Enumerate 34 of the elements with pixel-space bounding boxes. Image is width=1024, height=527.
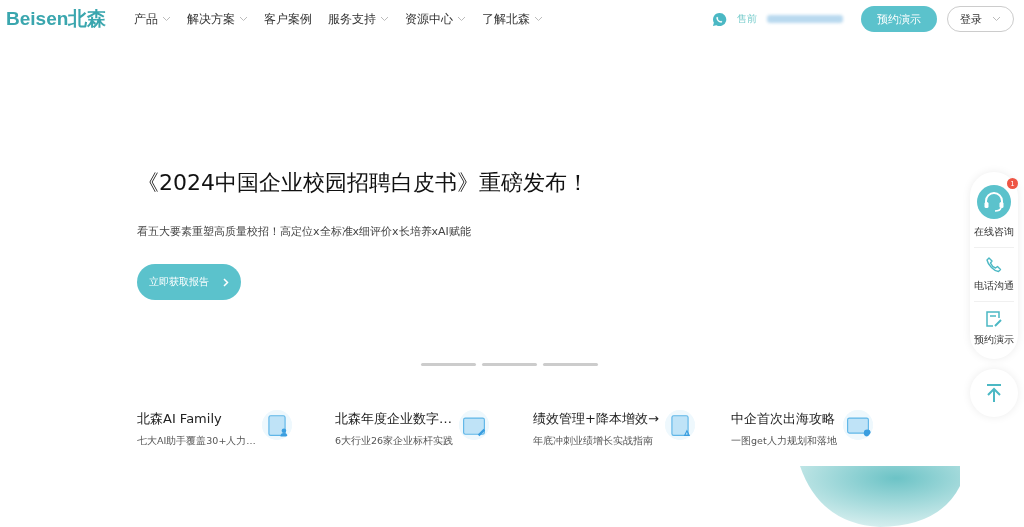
card-title[interactable]: 中企首次出海攻略 (731, 410, 837, 428)
sidebar-item[interactable]: 电话沟通 (974, 248, 1014, 302)
login-button[interactable]: 登录 (947, 6, 1014, 32)
sidebar-label: 电话沟通 (974, 279, 1014, 293)
arrow-up-icon (985, 383, 1003, 403)
card-subtitle: 6大行业26家企业标杆实践 (335, 435, 454, 448)
card-title[interactable]: 北森年度企业数字… (335, 410, 454, 428)
slide-indicator[interactable] (481, 363, 537, 366)
sidebar-label: 预约演示 (974, 333, 1014, 347)
nav-item[interactable]: 服务支持 (328, 10, 390, 28)
phone-label: 售前 (737, 12, 757, 26)
card-subtitle: 年底冲刺业绩增长实战指南 (533, 435, 654, 448)
hero-subtitle: 看五大要素重塑高质量校招！高定位x全标准x细评价x长培养xAI赋能 (137, 224, 471, 239)
headset-icon (976, 184, 1012, 220)
card-title[interactable]: 绩效管理+降本增效→ (533, 410, 659, 428)
chevron-right-icon (223, 277, 229, 287)
card-subtitle: 七大AI助手覆盖30+人力… (137, 435, 256, 448)
chat-bubble-icon (712, 11, 727, 27)
back-to-top-button[interactable] (970, 369, 1018, 417)
slide-indicator[interactable] (542, 363, 598, 366)
slide-indicator[interactable] (420, 363, 476, 366)
nav-item[interactable]: 客户案例 (264, 10, 313, 28)
hero-title: 《2024中国企业校园招聘白皮书》重磅发布！ (137, 169, 589, 197)
nav-item[interactable]: 产品 (134, 10, 172, 28)
phone-icon (985, 256, 1003, 274)
edit-note-icon (985, 310, 1003, 328)
card-subtitle: 一图get人力规划和落地 (731, 435, 837, 448)
nav-item[interactable]: 资源中心 (405, 10, 467, 28)
card-title[interactable]: 北森AI Family (137, 410, 256, 428)
nav-item[interactable]: 了解北森 (482, 10, 544, 28)
nav-item[interactable]: 解决方案 (187, 10, 249, 28)
chevron-down-icon (992, 16, 1001, 22)
sidebar-label: 在线咨询 (974, 225, 1014, 239)
sidebar-item[interactable]: 预约演示 (974, 302, 1014, 355)
